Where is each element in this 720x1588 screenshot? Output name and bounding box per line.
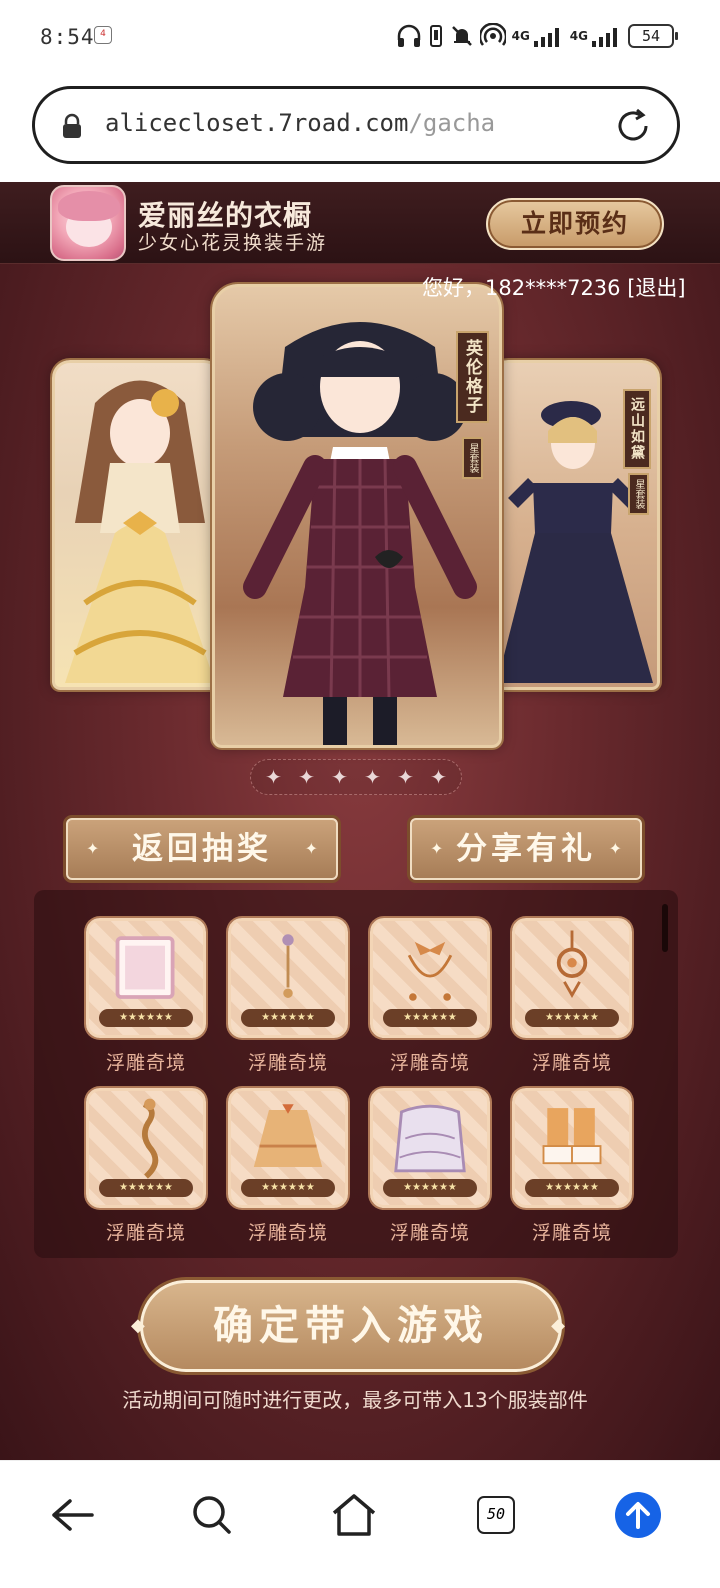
signal-bars-icon-2	[592, 28, 617, 47]
reward-item-label: 浮雕奇境	[105, 1222, 186, 1244]
reward-item-label: 浮雕奇境	[389, 1222, 470, 1244]
app-notification-icon: 4	[94, 26, 112, 44]
home-icon	[332, 1494, 376, 1536]
share-reward-button[interactable]: ✦ 分享有礼 ✦	[410, 818, 642, 880]
reward-item-label: 浮雕奇境	[247, 1222, 328, 1244]
reward-item[interactable]: ★★★★★★ 浮雕奇境	[86, 918, 206, 1075]
url-domain: alicecloset.7road.com	[105, 109, 409, 137]
home-button[interactable]	[324, 1485, 384, 1545]
vibrate-icon	[429, 25, 442, 47]
character-gold-gown-illustration	[65, 380, 215, 683]
tabs-button[interactable]: 50	[466, 1485, 526, 1545]
status-bar: 8:54 4 4G 4G 54	[0, 0, 720, 76]
outfit-tag-right: 星套装	[628, 473, 649, 515]
reward-item-label: 浮雕奇境	[531, 1052, 612, 1074]
reserve-button[interactable]: 立即预约	[486, 198, 664, 250]
reward-item-tile[interactable]: ★★★★★★	[370, 1088, 490, 1208]
reward-item-tile[interactable]: ★★★★★★	[228, 1088, 348, 1208]
browser-bottom-nav: 50	[0, 1460, 720, 1588]
carousel-dot[interactable]: ✦	[298, 767, 315, 787]
star-rating: ★★★★★★	[383, 1179, 477, 1197]
reward-item[interactable]: ★★★★★★ 浮雕奇境	[228, 918, 348, 1075]
star-rating: ★★★★★★	[241, 1179, 335, 1197]
back-to-draw-label: 返回抽奖	[132, 831, 272, 867]
app-subtitle: 少女心花灵换装手游	[138, 232, 328, 254]
reward-item-tile[interactable]: ★★★★★★	[86, 1088, 206, 1208]
signal2-label: 4G	[569, 29, 588, 43]
reward-item[interactable]: ★★★★★★ 浮雕奇境	[228, 1088, 348, 1245]
arrow-up-icon	[615, 1492, 661, 1538]
status-icons: 4G 4G 54	[396, 18, 678, 54]
star-rating: ★★★★★★	[99, 1009, 193, 1027]
back-to-draw-button[interactable]: ✦ 返回抽奖 ✦	[66, 818, 338, 880]
star-rating: ★★★★★★	[525, 1179, 619, 1197]
share-reward-label: 分享有礼	[456, 831, 596, 867]
tabs-count-icon: 50	[477, 1496, 515, 1534]
url-text[interactable]: alicecloset.7road.com/gacha	[105, 109, 495, 137]
outfit-card-right[interactable]: 远山如黛 星套装	[490, 360, 660, 690]
carousel-dot[interactable]: ✦	[430, 767, 447, 787]
outfit-name-center: 英伦格子	[456, 331, 489, 423]
reload-icon[interactable]	[613, 106, 653, 146]
carousel-dot[interactable]: ✦	[397, 767, 414, 787]
scrollbar[interactable]	[662, 904, 668, 952]
reward-item-label: 浮雕奇境	[531, 1222, 612, 1244]
spark-icon: ✦	[304, 839, 318, 858]
app-banner: 爱丽丝的衣橱 少女心花灵换装手游 立即预约	[0, 182, 720, 264]
reward-item-tile[interactable]: ★★★★★★	[228, 918, 348, 1038]
carousel-dot[interactable]: ✦	[364, 767, 381, 787]
status-time: 8:54	[40, 25, 95, 49]
url-path: /gacha	[408, 109, 496, 137]
scroll-top-button[interactable]	[608, 1485, 668, 1545]
signal1-label: 4G	[511, 29, 530, 43]
confirm-bring-into-game-button[interactable]: 确定带入游戏	[131, 1280, 571, 1372]
back-arrow-icon	[52, 1499, 94, 1531]
signal-bars-icon	[533, 28, 559, 47]
reward-item[interactable]: ★★★★★★ 浮雕奇境	[512, 1088, 632, 1245]
star-rating: ★★★★★★	[383, 1009, 477, 1027]
outfit-card-center[interactable]: 英伦格子 星套装	[212, 284, 502, 748]
gacha-page: 爱丽丝的衣橱 少女心花灵换装手游 立即预约 远山如黛 星套装 英伦格子 星套装 …	[0, 182, 720, 1460]
star-rating: ★★★★★★	[525, 1009, 619, 1027]
reward-item[interactable]: ★★★★★★ 浮雕奇境	[370, 1088, 490, 1245]
spark-icon: ✦	[430, 839, 444, 858]
address-bar[interactable]: alicecloset.7road.com/gacha	[32, 86, 680, 164]
reward-item-tile[interactable]: ★★★★★★	[512, 1088, 632, 1208]
browser-toolbar: alicecloset.7road.com/gacha	[0, 76, 720, 182]
headphones-icon	[397, 24, 420, 47]
reward-item-label: 浮雕奇境	[389, 1052, 470, 1074]
reward-item[interactable]: ★★★★★★ 浮雕奇境	[512, 918, 632, 1075]
outfit-tag-center: 星套装	[462, 437, 483, 479]
activity-notice: 活动期间可随时进行更改，最多可带入13个服装部件	[122, 1388, 588, 1412]
star-rating: ★★★★★★	[241, 1009, 335, 1027]
carousel-pagination: ✦ ✦ ✦ ✦ ✦ ✦	[250, 759, 462, 795]
spark-icon: ✦	[608, 839, 622, 858]
back-button[interactable]	[42, 1485, 102, 1545]
star-rating: ★★★★★★	[99, 1179, 193, 1197]
battery-icon: 54	[628, 24, 678, 48]
reward-item-tile[interactable]: ★★★★★★	[512, 918, 632, 1038]
mute-bell-icon	[451, 26, 472, 46]
lock-icon	[63, 113, 81, 138]
app-logo[interactable]	[50, 185, 126, 261]
reward-item[interactable]: ★★★★★★ 浮雕奇境	[370, 918, 490, 1075]
reward-item[interactable]: ★★★★★★ 浮雕奇境	[86, 1088, 206, 1245]
search-button[interactable]	[182, 1485, 242, 1545]
reward-item-label: 浮雕奇境	[105, 1052, 186, 1074]
reward-item-tile[interactable]: ★★★★★★	[370, 918, 490, 1038]
reward-items-panel[interactable]: ★★★★★★ 浮雕奇境 ★★★★★★ 浮雕奇境 ★★★★★★ 浮雕奇境 ★★★★★★ 浮雕奇境…	[34, 890, 678, 1258]
carousel-dot[interactable]: ✦	[331, 767, 348, 787]
outfit-name-right: 远山如黛	[623, 389, 651, 469]
reward-item-label: 浮雕奇境	[247, 1052, 328, 1074]
hotspot-icon	[479, 23, 506, 46]
search-icon	[193, 1496, 231, 1534]
reward-item-tile[interactable]: ★★★★★★	[86, 918, 206, 1038]
carousel-dot[interactable]: ✦	[265, 767, 282, 787]
user-greeting[interactable]: 您好，182****7236 [退出]	[422, 272, 686, 302]
outfit-card-left[interactable]	[52, 360, 222, 690]
spark-icon: ✦	[86, 839, 100, 858]
